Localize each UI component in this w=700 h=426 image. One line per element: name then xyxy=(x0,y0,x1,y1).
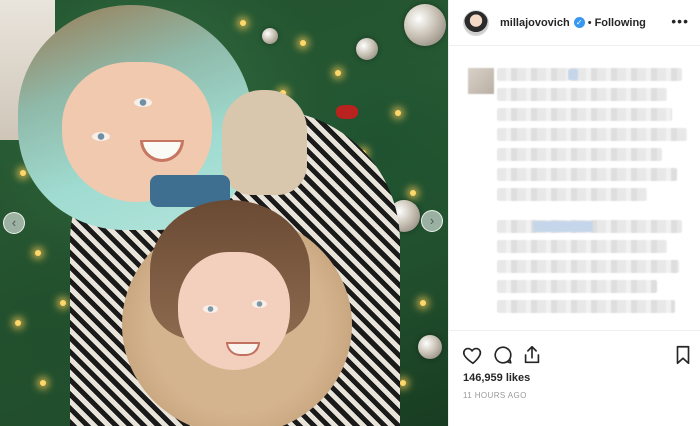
comments-area-obscured xyxy=(463,60,691,330)
post-actions: 146,959 likes 11 HOURS AGO xyxy=(449,330,700,426)
post-timestamp[interactable]: 11 HOURS AGO xyxy=(463,391,527,400)
red-ornament xyxy=(336,105,358,119)
tree-light xyxy=(40,380,46,386)
verified-badge-icon: ✓ xyxy=(573,17,585,28)
obscured-text xyxy=(497,260,679,273)
tree-light xyxy=(20,170,26,176)
ornament xyxy=(418,335,442,359)
obscured-text xyxy=(497,108,672,121)
tree-light xyxy=(35,250,41,256)
obscured-text xyxy=(497,300,675,313)
obscured-text xyxy=(497,168,677,181)
comment-bubble-icon[interactable] xyxy=(492,344,514,366)
tree-light xyxy=(60,300,66,306)
obscured-link xyxy=(533,221,593,232)
tree-light xyxy=(240,20,246,26)
tree-light xyxy=(15,320,21,326)
tree-light xyxy=(420,300,426,306)
ornament xyxy=(356,38,378,60)
ornament xyxy=(404,4,446,46)
obscured-text xyxy=(497,280,657,293)
obscured-link xyxy=(568,69,578,80)
obscured-text xyxy=(497,240,667,253)
username-link[interactable]: millajovovich xyxy=(500,17,570,29)
post-sidebar: millajovovich ✓ • Following ••• 146,959 … xyxy=(448,0,700,426)
like-heart-icon[interactable] xyxy=(462,344,484,366)
tree-light xyxy=(395,110,401,116)
share-icon[interactable] xyxy=(521,344,543,366)
bookmark-icon[interactable] xyxy=(672,344,694,366)
girl-eye xyxy=(252,300,267,308)
obscured-text xyxy=(497,68,682,81)
post-header: millajovovich ✓ • Following ••• xyxy=(449,0,700,46)
tree-light xyxy=(410,190,416,196)
comment-avatar xyxy=(468,68,494,94)
girl-eye xyxy=(92,132,110,141)
avatar[interactable] xyxy=(463,9,489,36)
tree-light xyxy=(400,380,406,386)
obscured-text xyxy=(497,148,662,161)
obscured-text xyxy=(497,128,687,141)
ornament xyxy=(262,28,278,44)
post-photo[interactable]: ‹ › xyxy=(0,0,448,426)
likes-count[interactable]: 146,959 likes xyxy=(463,372,530,384)
carousel-next-button[interactable]: › xyxy=(421,210,443,232)
following-button[interactable]: Following xyxy=(595,17,646,29)
girl-eye xyxy=(134,98,152,107)
tree-light xyxy=(300,40,306,46)
obscured-text xyxy=(497,88,667,101)
girl-eye xyxy=(203,305,218,313)
shearling-collar xyxy=(222,90,307,195)
obscured-text xyxy=(497,188,647,201)
more-horizontal-icon[interactable]: ••• xyxy=(671,14,689,28)
separator-dot: • xyxy=(587,16,592,29)
carousel-prev-button[interactable]: ‹ xyxy=(3,212,25,234)
tree-light xyxy=(335,70,341,76)
